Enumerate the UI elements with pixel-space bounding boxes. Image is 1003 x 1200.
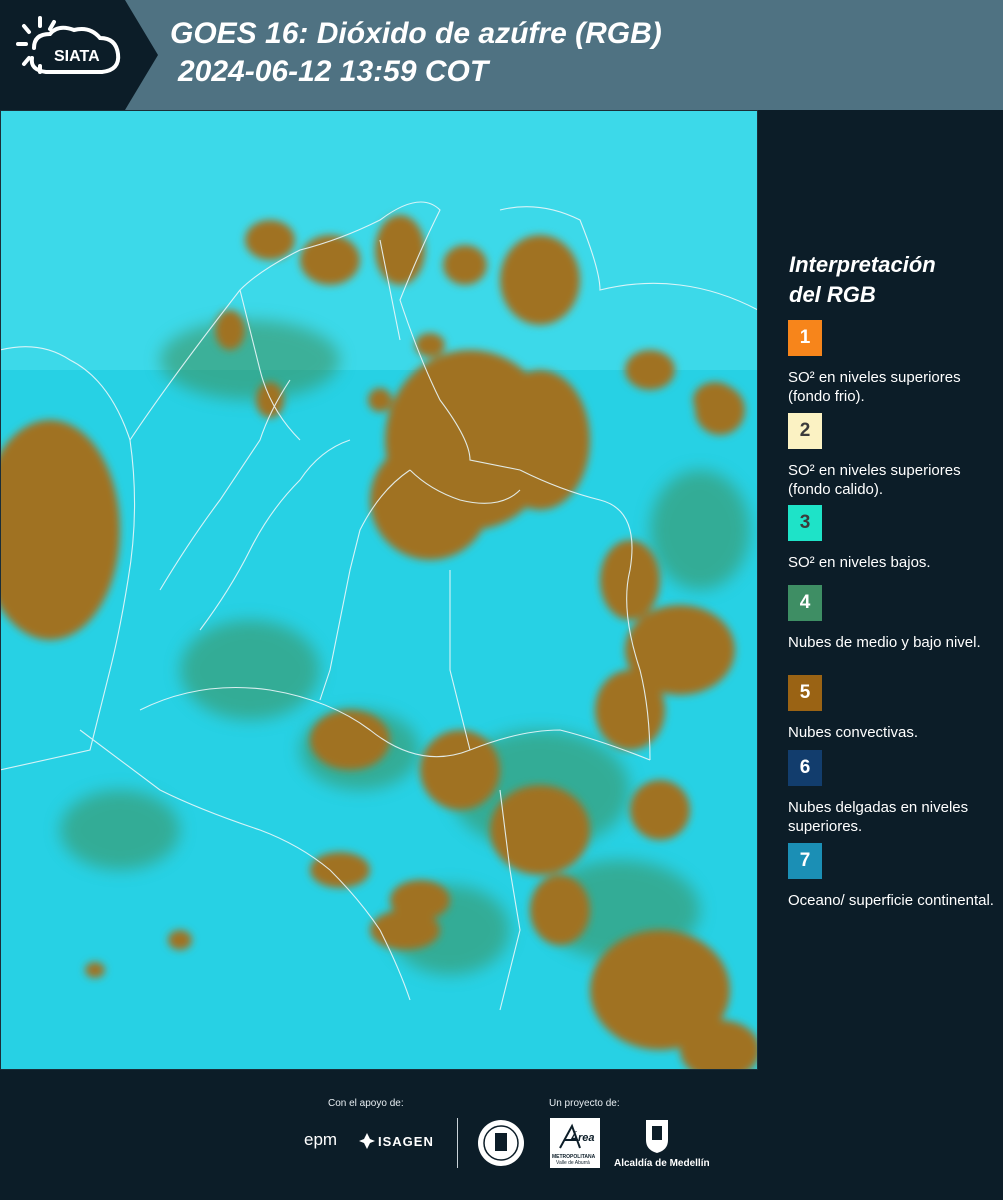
legend-title-line2: del RGB: [789, 282, 876, 307]
svg-text:SIATA: SIATA: [54, 48, 100, 65]
legend-panel: Interpretación del RGB 1 SO² en niveles s…: [760, 110, 1003, 1070]
legend-item-2: 2 SO² en niveles superiores (fondo calido…: [788, 413, 998, 499]
legend-item-3: 3 SO² en niveles bajos.: [788, 505, 998, 572]
area-logo-text: Área: [570, 1132, 595, 1144]
legend-item-6: 6 Nubes delgadas en niveles superiores.: [788, 750, 998, 836]
legend-text: Nubes convectivas.: [788, 724, 919, 741]
legend-title-line1: Interpretación: [789, 252, 936, 277]
epm-logo-text: epm: [304, 1130, 338, 1149]
legend-text: SO² en niveles superiores (fondo frio).: [788, 369, 961, 405]
legend-swatch: 6: [788, 750, 822, 786]
header-bar: SIATA GOES 16: Dióxido de azúfre (RGB) 2…: [0, 0, 1003, 110]
page-title: GOES 16: Dióxido de azúfre (RGB): [170, 17, 662, 50]
alcaldia-shield-icon: [646, 1120, 668, 1153]
satellite-map: [0, 110, 758, 1070]
legend-item-7: 7 Oceano/ superficie continental.: [788, 843, 998, 910]
legend-text: Oceano/ superficie continental.: [788, 892, 994, 909]
legend-item-4: 4 Nubes de medio y bajo nivel.: [788, 585, 998, 652]
footer-divider: [457, 1118, 458, 1168]
support-label: Con el apoyo de:: [328, 1098, 404, 1109]
page-datetime: 2024-06-12 13:59 COT: [178, 55, 489, 88]
legend-item-1: 1 SO² en niveles superiores (fondo frio).: [788, 320, 998, 406]
university-seal-icon: [478, 1120, 524, 1166]
legend-item-5: 5 Nubes convectivas.: [788, 675, 998, 742]
legend-swatch: 3: [788, 505, 822, 541]
isagen-logo-text: ISAGEN: [378, 1134, 434, 1149]
project-label: Un proyecto de:: [549, 1098, 620, 1109]
area-logo-sub2: Valle de Aburrá: [556, 1160, 590, 1166]
legend-text: SO² en niveles bajos.: [788, 554, 931, 571]
legend-text: Nubes de medio y bajo nivel.: [788, 634, 981, 651]
legend-swatch: 4: [788, 585, 822, 621]
legend-text: Nubes delgadas en niveles superiores.: [788, 799, 969, 835]
isagen-logo-icon: [359, 1133, 375, 1149]
legend-swatch: 2: [788, 413, 822, 449]
legend-swatch: 7: [788, 843, 822, 879]
logo-block: SIATA: [0, 0, 158, 110]
footer-bar: Con el apoyo de: Un proyecto de: epm ISA…: [0, 1070, 1003, 1200]
alcaldia-logo-text: Alcaldía de Medellín: [614, 1158, 710, 1169]
siata-logo-icon: SIATA: [16, 16, 121, 74]
legend-swatch: 1: [788, 320, 822, 356]
legend-text: SO² en niveles superiores (fondo calido)…: [788, 462, 961, 498]
legend-title: Interpretación del RGB: [789, 250, 936, 310]
legend-swatch: 5: [788, 675, 822, 711]
